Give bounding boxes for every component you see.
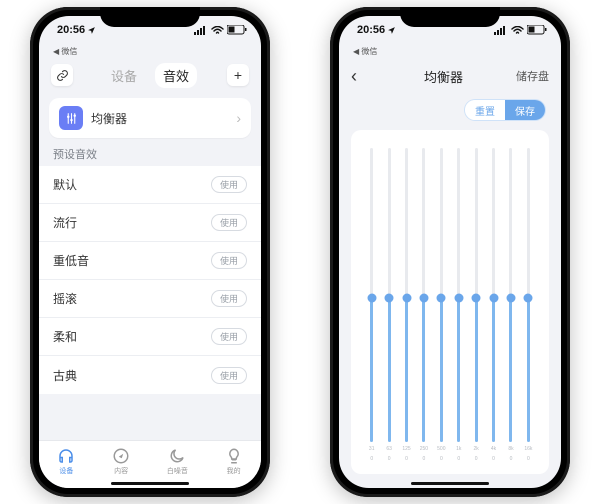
- reset-save-toggle: 重置 保存: [465, 100, 545, 120]
- location-icon: [87, 26, 96, 35]
- back-button[interactable]: ‹: [351, 66, 371, 87]
- eq-slider[interactable]: [380, 148, 397, 442]
- page-title: 均衡器: [424, 67, 463, 86]
- tabbar-device[interactable]: 设备: [57, 447, 75, 476]
- preset-name: 柔和: [53, 328, 211, 345]
- eq-slider[interactable]: [502, 148, 519, 442]
- phone-right: 20:56 ◀ 微信 ‹ 均衡器 储存盘 重置 保存: [330, 7, 570, 497]
- tab-device[interactable]: 设备: [103, 63, 145, 88]
- save-slot-button[interactable]: 储存盘: [516, 68, 549, 84]
- eq-panel: 31631252505001k2k4k8k16k 0000000000: [351, 130, 549, 474]
- notch: [400, 7, 500, 27]
- use-button[interactable]: 使用: [211, 176, 247, 193]
- use-button[interactable]: 使用: [211, 328, 247, 345]
- equalizer-entry-label: 均衡器: [91, 110, 236, 127]
- wifi-icon: [511, 26, 524, 35]
- signal-icon: [194, 26, 208, 35]
- link-icon: [56, 69, 69, 82]
- headphones-icon: [57, 447, 75, 465]
- preset-name: 摇滚: [53, 290, 211, 307]
- link-button[interactable]: [51, 64, 73, 86]
- wifi-icon: [211, 26, 224, 35]
- use-button[interactable]: 使用: [211, 214, 247, 231]
- preset-row[interactable]: 柔和使用: [39, 318, 261, 356]
- battery-icon: [227, 25, 247, 35]
- status-time: 20:56: [57, 24, 85, 36]
- compass-icon: [112, 447, 130, 465]
- tabbar-mine[interactable]: 我的: [225, 447, 243, 476]
- home-indicator[interactable]: [111, 482, 189, 485]
- battery-icon: [527, 25, 547, 35]
- signal-icon: [494, 26, 508, 35]
- sliders-icon: [59, 106, 83, 130]
- bulb-icon: [225, 447, 243, 465]
- eq-freq-labels: 31631252505001k2k4k8k16k: [361, 442, 539, 452]
- location-icon: [387, 26, 396, 35]
- use-button[interactable]: 使用: [211, 290, 247, 307]
- chevron-right-icon: ›: [236, 110, 241, 126]
- moon-icon: [168, 447, 186, 465]
- preset-row[interactable]: 重低音使用: [39, 242, 261, 280]
- eq-slider[interactable]: [433, 148, 450, 442]
- reset-button[interactable]: 重置: [465, 100, 505, 120]
- notch: [100, 7, 200, 27]
- return-to-app[interactable]: ◀ 微信: [339, 44, 561, 58]
- eq-slider[interactable]: [467, 148, 484, 442]
- preset-row[interactable]: 古典使用: [39, 356, 261, 394]
- add-button[interactable]: +: [227, 64, 249, 86]
- top-nav: 设备 音效 +: [39, 58, 261, 92]
- preset-row[interactable]: 流行使用: [39, 204, 261, 242]
- section-presets-label: 预设音效: [39, 138, 261, 166]
- preset-name: 默认: [53, 176, 211, 193]
- preset-name: 重低音: [53, 252, 211, 269]
- phone-left: 20:56 ◀ 微信 设备 音效 +: [30, 7, 270, 497]
- tabbar-content[interactable]: 内容: [112, 447, 130, 476]
- preset-list: 默认使用流行使用重低音使用摇滚使用柔和使用古典使用: [39, 166, 261, 394]
- eq-slider[interactable]: [485, 148, 502, 442]
- tabbar-noise[interactable]: 白噪音: [167, 447, 188, 476]
- save-button[interactable]: 保存: [505, 100, 545, 120]
- eq-value-labels: 0000000000: [361, 452, 539, 462]
- eq-slider[interactable]: [450, 148, 467, 442]
- eq-sliders: [361, 148, 539, 442]
- eq-slider[interactable]: [520, 148, 537, 442]
- eq-slider[interactable]: [398, 148, 415, 442]
- preset-row[interactable]: 默认使用: [39, 166, 261, 204]
- preset-name: 古典: [53, 367, 211, 384]
- return-to-app[interactable]: ◀ 微信: [39, 44, 261, 58]
- equalizer-entry[interactable]: 均衡器 ›: [49, 98, 251, 138]
- eq-slider[interactable]: [363, 148, 380, 442]
- use-button[interactable]: 使用: [211, 367, 247, 384]
- tab-bar: 设备 内容 白噪音 我的: [39, 440, 261, 488]
- use-button[interactable]: 使用: [211, 252, 247, 269]
- status-time: 20:56: [357, 24, 385, 36]
- preset-name: 流行: [53, 214, 211, 231]
- preset-row[interactable]: 摇滚使用: [39, 280, 261, 318]
- home-indicator[interactable]: [411, 482, 489, 485]
- eq-slider[interactable]: [415, 148, 432, 442]
- top-nav: ‹ 均衡器 储存盘: [339, 58, 561, 94]
- tab-sound[interactable]: 音效: [155, 63, 197, 88]
